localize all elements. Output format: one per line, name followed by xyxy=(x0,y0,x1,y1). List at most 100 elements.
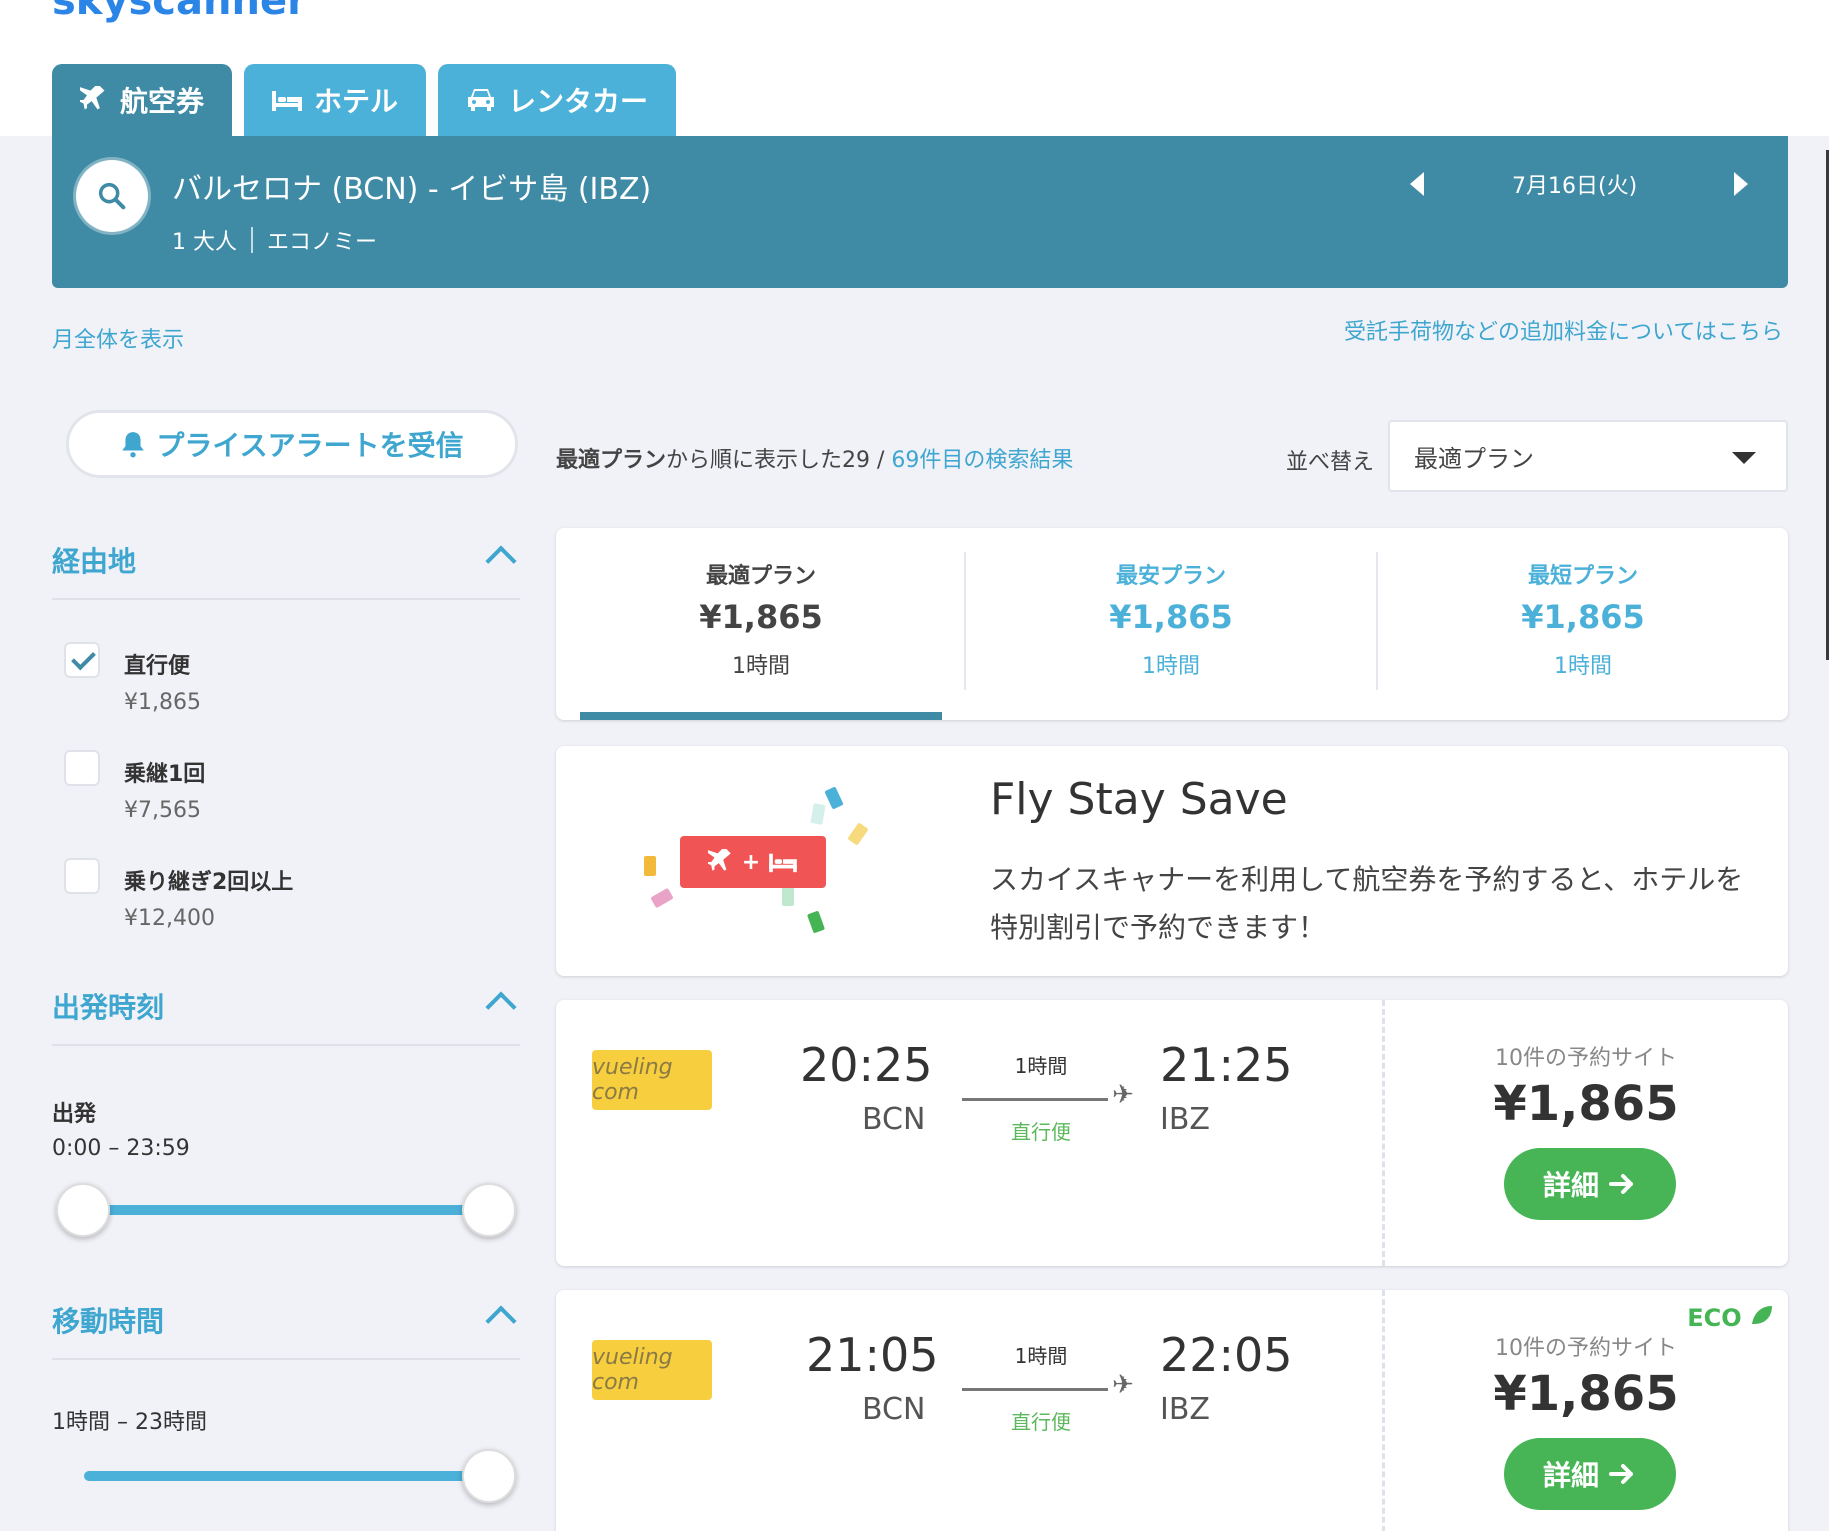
stop-option-label: 直行便 xyxy=(124,654,191,679)
departure-airport: BCN xyxy=(862,1392,926,1427)
sort-tab-cheapest[interactable]: 最安プラン ¥1,865 1時間 xyxy=(966,528,1376,718)
arrow-right-icon xyxy=(1609,1464,1633,1484)
sort-tab-title: 最適プラン xyxy=(705,564,816,589)
arrival-airport: IBZ xyxy=(1160,1392,1210,1427)
results-total-link[interactable]: 69件目の検索結果 xyxy=(891,448,1073,473)
price-alert-button[interactable]: プライスアラートを受信 xyxy=(66,410,518,478)
next-date-icon[interactable] xyxy=(1734,172,1748,196)
results-count-text: から順に表示した29 / xyxy=(666,448,892,473)
bed-icon xyxy=(272,91,303,111)
route-text: バルセロナ (BCN) - イビサ島 (IBZ) xyxy=(172,172,652,207)
confetti xyxy=(644,856,656,876)
duration-range: 1時間 – 23時間 xyxy=(52,1410,207,1435)
stop-option-label: 乗り継ぎ2回以上 xyxy=(124,870,294,895)
baggage-fees-link[interactable]: 受託手荷物などの追加料金についてはこちら xyxy=(1344,314,1783,346)
prev-date-icon[interactable] xyxy=(1410,172,1424,196)
tab-hotels[interactable]: ホテル xyxy=(244,64,427,136)
departure-slider-max-handle[interactable] xyxy=(462,1183,516,1237)
checkbox-two-plus-stops[interactable] xyxy=(64,858,100,894)
ticket-separator xyxy=(1382,1290,1385,1531)
travel-date[interactable]: 7月16日(火) xyxy=(1512,168,1637,200)
filter-duration-header[interactable]: 移動時間 xyxy=(52,1300,520,1360)
details-button[interactable]: 詳細 xyxy=(1504,1148,1676,1220)
flight-line xyxy=(962,1098,1108,1101)
confetti xyxy=(847,822,869,846)
duration-slider-max-handle[interactable] xyxy=(462,1449,516,1503)
skyscanner-logo[interactable]: skyscanner xyxy=(52,0,307,24)
plus-sign: + xyxy=(741,849,761,875)
price-alert-label: プライスアラートを受信 xyxy=(156,429,464,462)
airline-logo: vueling com xyxy=(592,1050,712,1110)
confetti xyxy=(810,803,826,825)
results-count: 最適プランから順に表示した29 / 69件目の検索結果 xyxy=(556,442,1073,474)
confetti xyxy=(824,786,844,810)
departure-range: 0:00 – 23:59 xyxy=(52,1136,190,1161)
flight-duration: 1時間 xyxy=(1014,1344,1068,1368)
tab-label: レンタカー xyxy=(508,85,649,118)
flight-duration: 1時間 xyxy=(1014,1054,1068,1078)
departure-time: 20:25 xyxy=(800,1038,933,1092)
sort-tab-duration: 1時間 xyxy=(1554,654,1612,679)
tab-car-rental[interactable]: レンタカー xyxy=(438,64,677,136)
checkbox-one-stop[interactable] xyxy=(64,750,100,786)
plane-icon xyxy=(707,849,731,871)
filter-title: 移動時間 xyxy=(52,1305,165,1338)
tab-flights[interactable]: 航空券 xyxy=(52,64,233,136)
confetti xyxy=(650,887,674,909)
tab-label: ホテル xyxy=(314,85,399,118)
plane-icon xyxy=(80,86,105,110)
departure-label: 出発 xyxy=(52,1102,97,1127)
ticket-separator xyxy=(1382,1000,1385,1266)
sort-tab-duration: 1時間 xyxy=(1142,654,1200,679)
top-bar: skyscanner 航空券 ホテル レンタカー xyxy=(0,0,1829,136)
stops-info: 直行便 xyxy=(1011,1120,1071,1144)
sort-tab-price: ¥1,865 xyxy=(699,598,823,636)
flight-result-card[interactable]: vueling com 20:25 BCN 1時間 ✈ 直行便 21:25 IB… xyxy=(556,1000,1788,1266)
departure-airport: BCN xyxy=(862,1102,926,1137)
filter-title: 経由地 xyxy=(52,545,137,578)
details-label: 詳細 xyxy=(1542,1459,1599,1492)
stops-info: 直行便 xyxy=(1011,1410,1071,1434)
search-button[interactable] xyxy=(76,160,148,232)
departure-slider-min-handle[interactable] xyxy=(56,1183,110,1237)
details-button[interactable]: 詳細 xyxy=(1504,1438,1676,1510)
duration-slider-track[interactable] xyxy=(84,1471,488,1481)
promo-title: Fly Stay Save xyxy=(990,774,1288,825)
sort-tab-title: 最安プラン xyxy=(1115,564,1226,589)
sort-tab-fastest[interactable]: 最短プラン ¥1,865 1時間 xyxy=(1378,528,1788,718)
confetti xyxy=(782,886,794,906)
plane-icon: ✈ xyxy=(1112,1080,1134,1110)
promo-card[interactable]: + Fly Stay Save スカイスキャナーを利用して航空券を予約すると、ホ… xyxy=(556,746,1788,976)
chevron-up-icon[interactable] xyxy=(485,1305,517,1337)
arrival-time: 21:25 xyxy=(1160,1038,1293,1092)
sort-selected-value: 最適プラン xyxy=(1414,444,1534,473)
arrival-time: 22:05 xyxy=(1160,1328,1293,1382)
cabin-class: エコノミー xyxy=(267,230,378,255)
sort-tab-best[interactable]: 最適プラン ¥1,865 1時間 xyxy=(556,528,966,718)
airline-logo: vueling com xyxy=(592,1340,712,1400)
sort-tab-duration: 1時間 xyxy=(732,654,790,679)
chevron-up-icon[interactable] xyxy=(485,991,517,1023)
booking-sites-count: 10件の予約サイト xyxy=(1495,1046,1677,1071)
departure-time: 21:05 xyxy=(806,1328,939,1382)
divider xyxy=(251,227,253,253)
sort-tab-title: 最短プラン xyxy=(1527,564,1638,589)
filter-departure-header[interactable]: 出発時刻 xyxy=(52,986,520,1046)
filter-stops-header[interactable]: 経由地 xyxy=(52,540,520,600)
booking-sites-count: 10件の予約サイト xyxy=(1495,1336,1677,1361)
stop-option-price: ¥12,400 xyxy=(124,906,215,931)
sort-tab-price: ¥1,865 xyxy=(1521,598,1645,636)
eco-label: ECO xyxy=(1687,1304,1742,1332)
month-view-link[interactable]: 月全体を表示 xyxy=(52,322,184,354)
details-label: 詳細 xyxy=(1542,1169,1599,1202)
flight-result-card[interactable]: ECO vueling com 21:05 BCN 1時間 ✈ 直行便 22:0… xyxy=(556,1290,1788,1531)
search-summary-bar[interactable]: バルセロナ (BCN) - イビサ島 (IBZ) 1 大人 エコノミー 7月16… xyxy=(52,136,1788,288)
departure-slider-track[interactable] xyxy=(84,1205,488,1215)
confetti xyxy=(806,910,826,934)
sort-select[interactable]: 最適プラン xyxy=(1388,420,1788,492)
promo-text: スカイスキャナーを利用して航空券を予約すると、ホテルを特別割引で予約できます！ xyxy=(990,863,1744,944)
checkbox-direct[interactable] xyxy=(64,642,100,678)
chevron-up-icon[interactable] xyxy=(485,545,517,577)
product-tabs: 航空券 ホテル レンタカー xyxy=(52,64,677,136)
stop-option-price: ¥7,565 xyxy=(124,798,201,823)
